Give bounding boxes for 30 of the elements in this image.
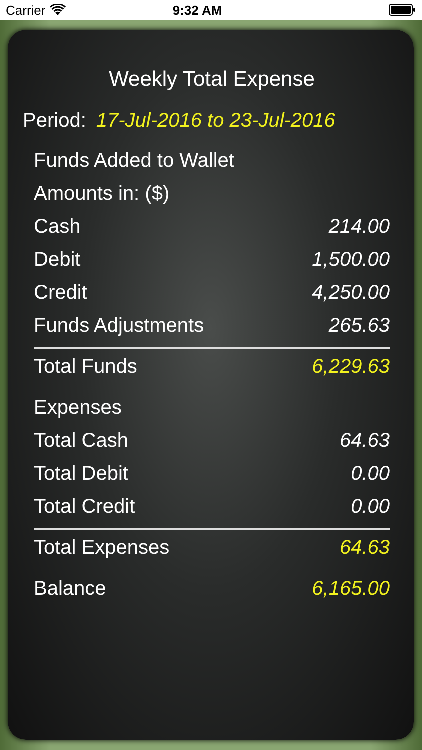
row-label: Credit: [34, 282, 88, 305]
total-amount: 6,229.63: [312, 356, 390, 379]
row-label: Debit: [34, 249, 81, 272]
carrier-name: Carrier: [6, 2, 46, 18]
section-heading: Amounts in: ($): [34, 183, 170, 206]
row-label: Total Debit: [34, 463, 128, 486]
amount: 214.00: [328, 216, 390, 239]
total-amount: 6,165.00: [312, 578, 390, 601]
period-value: 17-Jul-2016 to 23-Jul-2016: [96, 110, 336, 133]
amount: 1,500.00: [312, 249, 390, 272]
total-amount: 64.63: [340, 537, 390, 560]
section-heading: Funds Added to Wallet: [34, 150, 234, 173]
status-time: 9:32 AM: [172, 2, 222, 18]
wifi-icon: [50, 4, 66, 16]
amount: 4,250.00: [312, 282, 390, 305]
amount: 0.00: [351, 463, 390, 486]
section-heading: Expenses: [34, 397, 122, 420]
row-label: Funds Adjustments: [34, 315, 204, 338]
amount: 265.63: [328, 315, 390, 338]
row-label: Total Expenses: [34, 537, 170, 560]
battery-icon: [389, 4, 416, 16]
report-title: Weekly Total Expense: [108, 68, 316, 92]
row-label: Total Credit: [34, 496, 136, 519]
period-label: Period:: [23, 110, 86, 133]
row-label: Total Funds: [34, 356, 138, 379]
amount: 0.00: [351, 496, 390, 519]
row-label: Cash: [34, 216, 81, 239]
amount: 64.63: [340, 430, 390, 453]
row-label: Total Cash: [34, 430, 128, 453]
row-label: Balance: [34, 578, 106, 601]
